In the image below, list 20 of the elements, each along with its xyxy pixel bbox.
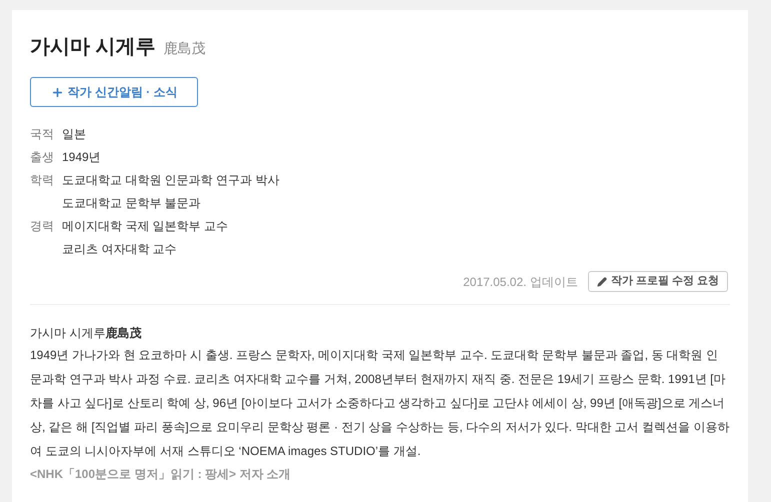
info-value: 일본 [62, 126, 86, 143]
bio-source: <NHK「100분으로 명저」읽기 : 팡세> 저자 소개 [30, 466, 292, 483]
info-label: 출생 [30, 149, 55, 166]
pencil-icon [596, 276, 607, 286]
info-value: 도쿄대학교 문학부 불문과 [62, 195, 202, 212]
info-label: 국적 [30, 126, 55, 143]
bio-text: 1949년 가나가와 현 요코하마 시 출생. 프랑스 문학자, 메이지대학 국제 일본학부 교수. 도쿄대학 문학부 불문과 졸업, 동 대학원 인문과학 연구과 박사 과정 수료. 쿄리츠 여자대학 교수를 거쳐, 2008년부터 현재까지 재직 중. 전문은 19세기 프랑스 문학. 1991년 [마차를 사고 싶다]로 산토리 학예 상, 96년 [아이보다 고서가 소중하다고 생각하고 싶다]로 고단샤 에세이 상, 99년 [애독광]으로 게스너 상, 같은 해 [직업별 파리 풍속]으로 요미우리 문학상 평론 · 전기 상을 수상하는 등, 다수의 저서가 있다. 막대한 고서 컬렉션을 이용하여 도쿄의 니시아자부에 서재 스튜디오 ‘NOEMA images STUDIO’를 개설. [30, 347, 730, 460]
author-name: 가시마 시게루 [30, 35, 156, 60]
author-original-name: 鹿島茂 [164, 39, 206, 58]
info-value: 메이지대학 국제 일본학부 교수 [62, 218, 228, 235]
info-value: 쿄리츠 여자대학 교수 [62, 241, 178, 258]
bio-heading: 가시마 시게루鹿島茂 [30, 325, 142, 342]
follow-button[interactable]: 작가 신간알림 · 소식 [30, 77, 198, 107]
info-label: 학력 [30, 172, 55, 189]
info-value: 1949년 [62, 149, 101, 166]
update-date: 2017.05.02. 업데이트 [463, 274, 578, 290]
edit-profile-button[interactable]: 작가 프로필 수정 요청 [588, 271, 728, 292]
info-value: 도쿄대학교 대학원 인문과학 연구과 박사 [62, 172, 280, 189]
info-label: 경력 [30, 218, 55, 235]
plus-icon [50, 86, 64, 98]
